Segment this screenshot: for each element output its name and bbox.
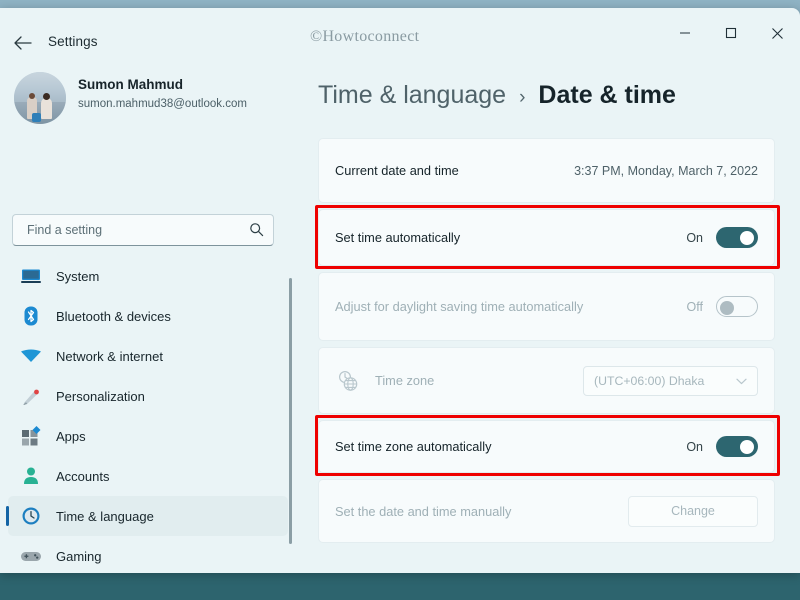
clock-icon <box>20 505 42 527</box>
content-pane: Time & language › Date & time Current da… <box>300 56 800 573</box>
person-icon <box>20 465 42 487</box>
card-set-time-automatically[interactable]: Set time automatically On <box>315 205 780 269</box>
monitor-icon <box>20 265 42 287</box>
navigation-list: System Bluetooth & devices Network & int… <box>0 256 300 573</box>
sidebar-item-label: Personalization <box>56 388 145 404</box>
sidebar-item-system[interactable]: System <box>8 256 288 296</box>
desktop-background: Settings ©Howtoconnect Sumon Mahmud sumo… <box>0 0 800 600</box>
maximize-button[interactable] <box>708 18 754 48</box>
chevron-down-icon <box>736 374 747 388</box>
set-time-automatically-state: On <box>686 230 703 245</box>
sidebar-item-label: Gaming <box>56 548 102 564</box>
sidebar-item-personalization[interactable]: Personalization <box>8 376 288 416</box>
bluetooth-icon <box>20 305 42 327</box>
current-date-time-label: Current date and time <box>335 163 459 178</box>
time-zone-value: (UTC+06:00) Dhaka <box>594 373 705 388</box>
sidebar-item-label: System <box>56 268 100 284</box>
sidebar-item-gaming[interactable]: Gaming <box>8 536 288 573</box>
sidebar-item-time-language[interactable]: Time & language <box>6 496 288 536</box>
wifi-icon <box>20 345 42 367</box>
watermark-text: ©Howtoconnect <box>310 28 420 45</box>
card-set-timezone-automatically[interactable]: Set time zone automatically On <box>315 415 780 476</box>
sidebar-item-network-internet[interactable]: Network & internet <box>8 336 288 376</box>
account-name: Sumon Mahmud <box>78 77 183 92</box>
time-zone-dropdown[interactable]: (UTC+06:00) Dhaka <box>583 365 758 396</box>
gamepad-icon <box>20 545 42 567</box>
sidebar-item-accounts[interactable]: Accounts <box>8 456 288 496</box>
daylight-saving-state: Off <box>686 299 703 314</box>
avatar <box>14 72 66 124</box>
minimize-button[interactable] <box>662 18 708 48</box>
sidebar: Sumon Mahmud sumon.mahmud38@outlook.com <box>0 56 300 573</box>
current-date-time-value: 3:37 PM, Monday, March 7, 2022 <box>574 163 758 178</box>
settings-window: Settings ©Howtoconnect Sumon Mahmud sumo… <box>0 8 800 573</box>
set-time-automatically-label: Set time automatically <box>335 230 461 245</box>
search-icon[interactable] <box>249 222 264 242</box>
sidebar-item-label: Network & internet <box>56 348 163 364</box>
app-title: Settings <box>48 34 98 49</box>
daylight-saving-toggle <box>716 296 758 317</box>
account-block[interactable]: Sumon Mahmud sumon.mahmud38@outlook.com <box>14 72 284 128</box>
card-time-zone: Time zone (UTC+06:00) Dhaka <box>318 347 775 414</box>
card-daylight-saving: Adjust for daylight saving time automati… <box>318 272 775 341</box>
paintbrush-icon <box>20 385 42 407</box>
set-timezone-automatically-state: On <box>686 439 703 454</box>
title-bar: Settings ©Howtoconnect <box>0 8 800 56</box>
apps-grid-icon <box>20 425 42 447</box>
set-time-automatically-toggle[interactable] <box>716 227 758 248</box>
globe-clock-icon <box>335 368 361 394</box>
account-email: sumon.mahmud38@outlook.com <box>78 98 247 110</box>
sidebar-item-label: Accounts <box>56 468 110 484</box>
settings-card-list: Current date and time 3:37 PM, Monday, M… <box>315 138 780 549</box>
change-button[interactable]: Change <box>628 495 758 527</box>
close-button[interactable] <box>754 18 800 48</box>
time-zone-label: Time zone <box>375 373 435 388</box>
sidebar-item-label: Apps <box>56 428 86 444</box>
breadcrumb: Time & language › Date & time <box>318 81 676 110</box>
set-timezone-automatically-label: Set time zone automatically <box>335 439 492 454</box>
sidebar-item-bluetooth-devices[interactable]: Bluetooth & devices <box>8 296 288 336</box>
breadcrumb-separator-icon: › <box>519 87 526 108</box>
page-title: Date & time <box>538 81 676 109</box>
sidebar-scrollbar[interactable] <box>289 278 292 544</box>
back-arrow-icon[interactable] <box>10 30 36 56</box>
sidebar-item-label: Time & language <box>56 508 154 524</box>
card-set-date-time-manually: Set the date and time manually Change <box>318 479 775 543</box>
sidebar-item-apps[interactable]: Apps <box>8 416 288 456</box>
card-current-date-time: Current date and time 3:37 PM, Monday, M… <box>318 138 775 203</box>
daylight-saving-label: Adjust for daylight saving time automati… <box>335 299 584 314</box>
breadcrumb-parent[interactable]: Time & language <box>318 81 506 110</box>
window-controls <box>662 18 800 48</box>
sidebar-item-label: Bluetooth & devices <box>56 308 171 324</box>
search-input[interactable] <box>25 222 239 238</box>
set-timezone-automatically-toggle[interactable] <box>716 436 758 457</box>
set-manually-label: Set the date and time manually <box>335 503 512 519</box>
search-box[interactable] <box>12 214 274 246</box>
